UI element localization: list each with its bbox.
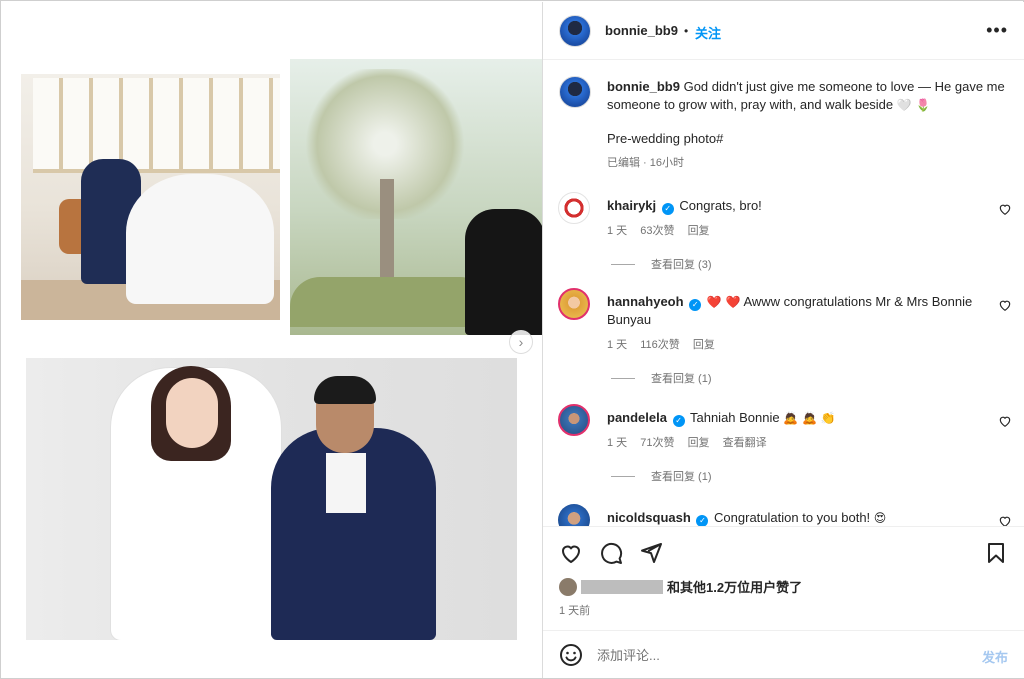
author-username[interactable]: bonnie_bb9	[605, 23, 678, 38]
comment-input[interactable]	[597, 644, 957, 666]
likes-summary[interactable]: 和其他1.2万位用户赞了	[559, 577, 802, 596]
comment-meta: 1 天 116次赞 回复	[607, 336, 725, 352]
comment-emoji: ❤️ ❤️	[706, 295, 741, 309]
chevron-right-icon: ›	[518, 334, 524, 350]
post-dialog: › bonnie_bb9 • 关注 ••• bonnie_bb9 God did…	[0, 0, 1024, 679]
comment-likes[interactable]: 63次赞	[640, 225, 674, 237]
comment-text: Tahniah Bonnie	[689, 410, 780, 425]
heart-icon[interactable]	[998, 514, 1012, 526]
photo-garden-bride	[290, 59, 543, 335]
caption-username[interactable]: bonnie_bb9	[607, 79, 680, 94]
photo-couple-sofa	[21, 74, 280, 320]
heart-icon[interactable]	[998, 298, 1012, 312]
view-replies-label: 查看回复 (1)	[651, 471, 712, 483]
post-header: bonnie_bb9 • 关注 •••	[543, 2, 1024, 60]
redacted-username	[581, 579, 663, 594]
comment-meta: 1 天 63次赞 回复	[607, 222, 720, 238]
follow-button[interactable]: 关注	[695, 23, 721, 42]
heart-icon[interactable]	[559, 541, 583, 565]
reply-button[interactable]: 回复	[688, 225, 710, 237]
liker-avatar	[559, 577, 577, 596]
comment-text: Congratulation to you both!	[714, 510, 871, 525]
comment-time: 1 天	[607, 339, 628, 351]
comment-composer: 发布	[543, 630, 1024, 678]
emoji-icon[interactable]	[559, 643, 583, 667]
commenter-username[interactable]: khairykj	[607, 198, 656, 213]
post-comment-button[interactable]: 发布	[982, 647, 1008, 666]
comment-text-line: hannahyeoh ✓ ❤️ ❤️ Awww congratulations …	[607, 293, 987, 329]
view-replies-button[interactable]: 查看回复 (1)	[611, 370, 712, 386]
likes-text: 和其他1.2万位用户赞了	[667, 580, 803, 595]
comment-text-line: pandelela ✓ Tahniah Bonnie 🙇 🙇 👏	[607, 409, 987, 427]
comment-meta: 1 天 71次赞 回复 查看翻译	[607, 434, 777, 450]
comment-emoji: 🙇 🙇 👏	[783, 411, 836, 425]
commenter-avatar[interactable]	[558, 504, 590, 526]
comment-text: Congrats, bro!	[679, 198, 762, 213]
verified-badge-icon: ✓	[696, 515, 709, 526]
caption-author-avatar[interactable]	[559, 76, 591, 108]
heart-icon[interactable]	[998, 414, 1012, 428]
heart-icon[interactable]	[998, 202, 1012, 216]
view-replies-button[interactable]: 查看回复 (1)	[611, 468, 712, 484]
view-replies-label: 查看回复 (1)	[651, 373, 712, 385]
comment-text-line: nicoldsquash ✓ Congratulation to you bot…	[607, 509, 987, 526]
more-options-icon[interactable]: •••	[986, 20, 1008, 41]
photo-couple-portrait	[26, 358, 517, 640]
comment-likes[interactable]: 116次赞	[640, 339, 680, 351]
commenter-avatar[interactable]	[558, 192, 590, 224]
commenter-username[interactable]: nicoldsquash	[607, 510, 691, 525]
caption-tag: Pre-wedding photo#	[607, 131, 724, 146]
next-photo-button[interactable]: ›	[509, 330, 533, 354]
comments-scroll-area[interactable]: bonnie_bb9 God didn't just give me someo…	[543, 60, 1024, 526]
comment-text-line: khairykj ✓ Congrats, bro!	[607, 197, 987, 215]
share-icon[interactable]	[639, 541, 663, 565]
reply-button[interactable]: 回复	[688, 437, 710, 449]
caption-emoji: 🤍 🌷	[896, 98, 931, 112]
translate-button[interactable]: 查看翻译	[723, 437, 767, 449]
commenter-username[interactable]: hannahyeoh	[607, 294, 684, 309]
commenter-username[interactable]: pandelela	[607, 410, 667, 425]
comment-time: 1 天	[607, 437, 628, 449]
verified-badge-icon: ✓	[661, 203, 674, 215]
post-timestamp: 1 天前	[559, 605, 591, 617]
post-actions: 和其他1.2万位用户赞了 1 天前	[543, 526, 1024, 636]
verified-badge-icon: ✓	[689, 299, 702, 311]
comment-likes[interactable]: 71次赞	[640, 437, 674, 449]
post-media: ›	[2, 2, 543, 678]
bookmark-icon[interactable]	[984, 541, 1008, 565]
post-caption: bonnie_bb9 God didn't just give me someo…	[607, 78, 1007, 172]
view-replies-label: 查看回复 (3)	[651, 259, 712, 271]
verified-badge-icon: ✓	[672, 415, 685, 427]
comment-emoji: 😍	[873, 511, 887, 525]
view-replies-button[interactable]: 查看回复 (3)	[611, 256, 712, 272]
post-side-panel: bonnie_bb9 • 关注 ••• bonnie_bb9 God didn'…	[542, 2, 1024, 678]
comment-icon[interactable]	[599, 541, 623, 565]
commenter-avatar[interactable]	[558, 404, 590, 436]
caption-edited-meta: 已编辑 · 16小时	[607, 157, 685, 169]
comment-time: 1 天	[607, 225, 628, 237]
author-avatar[interactable]	[559, 15, 591, 47]
commenter-avatar[interactable]	[558, 288, 590, 320]
separator-dot: •	[684, 24, 689, 38]
reply-button[interactable]: 回复	[693, 339, 715, 351]
